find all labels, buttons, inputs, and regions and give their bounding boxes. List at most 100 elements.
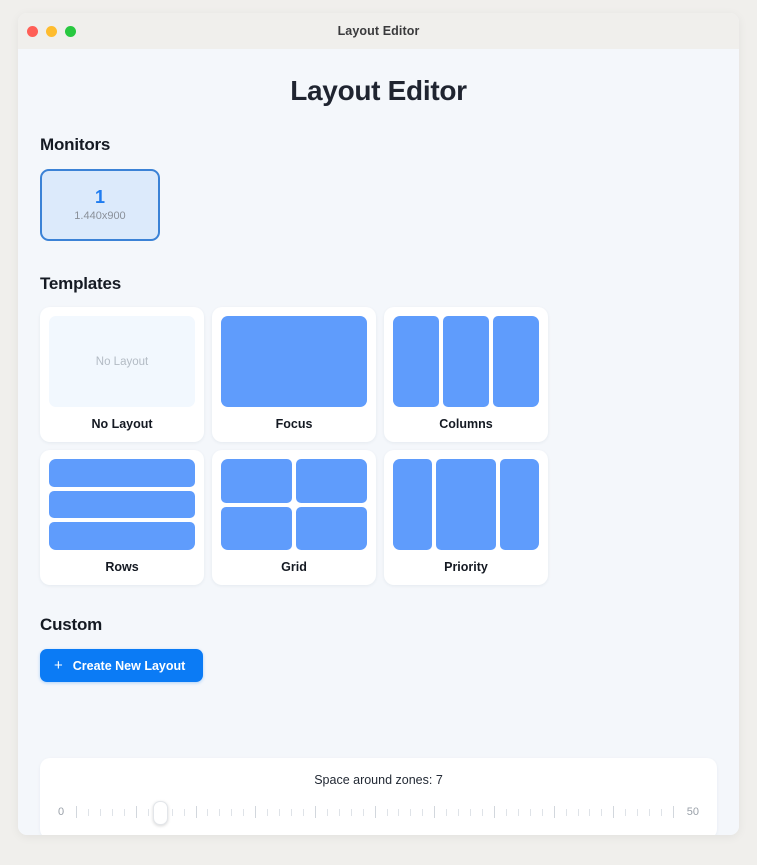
minimize-button[interactable]: [46, 25, 57, 37]
slider-tick: [589, 808, 591, 816]
zone: [296, 459, 367, 503]
template-label-focus: Focus: [275, 417, 313, 431]
template-card-columns[interactable]: Columns: [384, 307, 548, 442]
slider-tick: [458, 808, 460, 816]
zone: [49, 490, 195, 519]
spacing-caption: Space around zones: 7: [314, 773, 443, 787]
template-preview-priority: [393, 459, 539, 550]
spacing-panel: Space around zones: 7 0 50: [40, 758, 717, 835]
template-list: No Layout No Layout Focus Columns Rows G…: [40, 307, 717, 585]
slider-tick: [195, 806, 197, 818]
slider-tick: [100, 808, 101, 816]
slider-tick: [529, 808, 531, 816]
monitors-section: Monitors 1 1.440x900: [40, 135, 717, 241]
template-card-focus[interactable]: Focus: [212, 307, 376, 442]
template-card-priority[interactable]: Priority: [384, 450, 548, 585]
slider-tick: [171, 808, 173, 816]
slider-tick: [422, 808, 424, 816]
templates-section: Templates No Layout No Layout Focus Colu…: [40, 274, 717, 585]
slider-tick: [123, 808, 125, 816]
monitors-heading: Monitors: [40, 135, 111, 154]
spacing-slider-row: 0 50: [58, 801, 699, 825]
zone: [296, 506, 367, 550]
slider-tick: [493, 806, 495, 818]
slider-tick: [207, 808, 209, 816]
slider-max-label: 50: [686, 806, 699, 818]
zone: [49, 522, 195, 550]
zone: [493, 316, 539, 407]
slider-tick: [649, 808, 651, 816]
zone: [393, 316, 439, 407]
slider-tick: [255, 806, 257, 818]
create-new-layout-button[interactable]: + Create New Layout: [40, 649, 204, 682]
template-preview-columns: [393, 316, 539, 407]
zone: [393, 459, 432, 550]
slider-tick: [314, 806, 316, 818]
slider-tick: [267, 808, 269, 816]
template-label-columns: Columns: [439, 417, 493, 431]
zone: [443, 316, 489, 407]
slider-tick: [505, 808, 507, 816]
slider-tick: [374, 806, 376, 818]
slider-tick: [88, 808, 90, 816]
zone: [221, 506, 292, 550]
page-content: Layout Editor Monitors 1 1.440x900 Templ…: [18, 75, 739, 835]
slider-tick: [147, 808, 149, 816]
slider-tick: [613, 806, 615, 818]
monitor-list: 1 1.440x900: [40, 169, 717, 241]
maximize-button[interactable]: [65, 25, 76, 37]
page-title: Layout Editor: [290, 75, 467, 106]
templates-heading: Templates: [40, 274, 122, 293]
custom-heading: Custom: [40, 615, 103, 634]
slider-tick: [482, 808, 483, 816]
slider-tick: [625, 808, 627, 816]
zone: [221, 459, 292, 503]
slider-tick: [434, 806, 436, 818]
slider-tick: [386, 808, 388, 816]
slider-tick: [673, 806, 674, 818]
slider-thumb[interactable]: [153, 801, 169, 825]
template-preview-rows: [49, 459, 195, 550]
slider-tick: [553, 806, 555, 818]
template-preview-no-layout: No Layout: [49, 316, 195, 407]
zone: [500, 459, 539, 550]
slider-tick: [565, 808, 567, 816]
zone: [221, 316, 367, 407]
template-label-priority: Priority: [444, 560, 488, 574]
slider-tick: [398, 808, 400, 816]
template-card-grid[interactable]: Grid: [212, 450, 376, 585]
zone: [435, 459, 497, 550]
slider-tick: [338, 808, 340, 816]
slider-min-label: 0: [58, 806, 65, 818]
slider-tick: [470, 808, 472, 816]
template-preview-focus: [221, 316, 367, 407]
slider-tick: [219, 808, 221, 816]
template-preview-grid: [221, 459, 367, 550]
slider-tick: [410, 808, 412, 816]
titlebar-title: Layout Editor: [337, 24, 420, 38]
slider-tick: [601, 808, 603, 816]
empty-preview-label: No Layout: [95, 355, 149, 368]
slider-tick: [302, 808, 304, 816]
close-button[interactable]: [27, 25, 38, 37]
slider-tick: [279, 808, 281, 816]
slider-tick: [291, 808, 292, 816]
template-label-rows: Rows: [105, 560, 139, 574]
slider-tick: [577, 808, 579, 816]
slider-tick: [350, 808, 352, 816]
monitor-resolution: 1.440x900: [74, 209, 126, 222]
slider-tick: [111, 808, 113, 816]
slider-tick: [446, 808, 448, 816]
template-card-no-layout[interactable]: No Layout No Layout: [40, 307, 204, 442]
slider-tick: [637, 808, 639, 816]
app-window: Layout Editor Layout Editor Monitors 1 1…: [18, 13, 739, 835]
template-label-no-layout: No Layout: [91, 417, 153, 431]
spacing-slider[interactable]: [76, 801, 675, 825]
slider-tick: [517, 808, 519, 816]
template-card-rows[interactable]: Rows: [40, 450, 204, 585]
slider-tick: [541, 808, 543, 816]
monitor-card-1[interactable]: 1 1.440x900: [40, 169, 160, 241]
slider-tick: [326, 808, 328, 816]
custom-section: Custom + Create New Layout: [40, 615, 717, 682]
titlebar: Layout Editor: [18, 13, 739, 49]
